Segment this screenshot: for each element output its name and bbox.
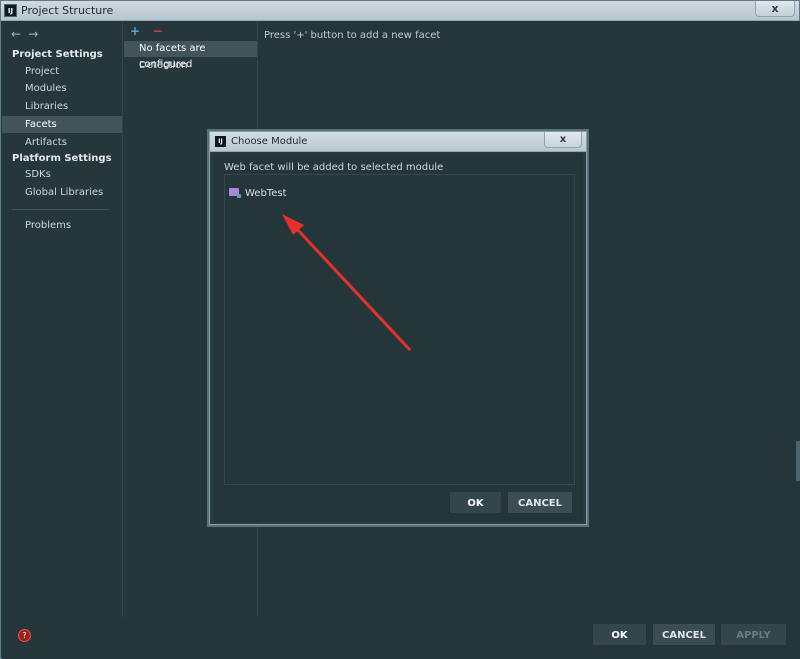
annotation-arrow-shaft [294, 226, 412, 352]
annotation-arrow [282, 214, 412, 352]
